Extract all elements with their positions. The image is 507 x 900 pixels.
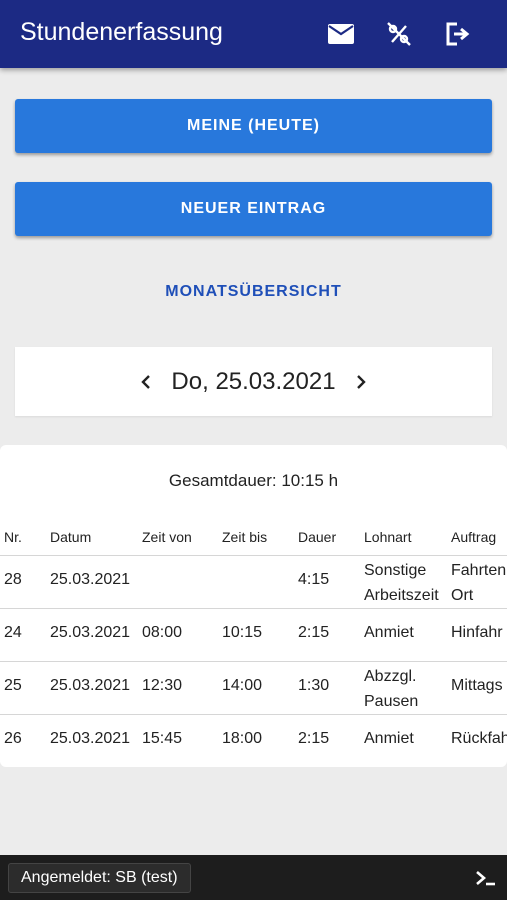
cell-zeit-von: 08:00 [142,624,183,641]
cell-nr: 24 [4,624,22,641]
app-bar: Stundenerfassung [0,0,507,68]
header-dauer: Dauer [298,529,337,545]
chevron-left-icon [141,374,151,389]
cell-lohnart-line2: Arbeitszeit [364,587,439,604]
header-zeit-von: Zeit von [142,529,192,545]
cell-lohnart: Anmiet [364,624,414,641]
cell-nr: 25 [4,677,22,694]
cell-lohnart: Sonstige Arbeitszeit [364,558,439,608]
logout-icon [446,22,470,46]
terminal-button[interactable] [475,867,497,889]
header-datum: Datum [50,529,92,545]
logout-button[interactable] [440,17,474,51]
cell-auftrag: Fahrten Ort [451,558,506,608]
header-lohnart: Lohnart [364,529,412,545]
cell-dauer: 2:15 [298,730,330,747]
percent-off-button[interactable] [382,17,416,51]
cell-zeit-bis: 14:00 [222,677,263,694]
logged-in-status: Angemeldet: SB (test) [8,863,191,893]
table-row[interactable]: 26 25.03.2021 15:45 18:00 2:15 Anmiet Rü… [0,715,507,767]
chevron-right-icon [356,374,366,389]
total-duration: Gesamtdauer: 10:15 h [168,471,339,490]
table-row[interactable]: 25 25.03.2021 12:30 14:00 1:30 Abzzgl. Pa… [0,662,507,715]
cell-auftrag: Mittags [451,677,503,694]
cell-lohnart: Abzzgl. Pausen [364,664,418,714]
my-today-button[interactable]: MEINE (HEUTE) [15,99,492,153]
cell-datum: 25.03.2021 [50,571,131,588]
table-row[interactable]: 28 25.03.2021 4:15 Sonstige Arbeitszeit F… [0,556,507,609]
status-bar: Angemeldet: SB (test) [0,855,507,900]
cell-datum: 25.03.2021 [50,730,131,747]
cell-lohnart-line1: Abzzgl. [364,668,417,685]
next-day-button[interactable] [348,369,374,395]
table-row[interactable]: 24 25.03.2021 08:00 10:15 2:15 Anmiet Hi… [0,609,507,662]
cell-datum: 25.03.2021 [50,624,131,641]
header-auftrag: Auftrag [451,529,497,545]
cell-dauer: 4:15 [298,571,330,588]
cell-nr: 28 [4,571,22,588]
cell-dauer: 1:30 [298,677,330,694]
cell-dauer: 2:15 [298,624,330,641]
cell-zeit-bis: 10:15 [222,624,263,641]
terminal-icon [476,871,495,886]
mail-icon [328,24,354,44]
cell-auftrag: Hinfahr [451,624,503,641]
previous-day-button[interactable] [133,369,159,395]
new-entry-button[interactable]: NEUER EINTRAG [15,182,492,236]
cell-auftrag: Rückfah [451,730,507,747]
entries-table-card: Gesamtdauer: 10:15 h Nr. Datum Zeit von … [0,445,507,767]
cell-nr: 26 [4,730,22,747]
cell-zeit-bis: 18:00 [222,730,263,747]
header-nr: Nr. [4,529,22,545]
cell-lohnart-line2: Pausen [364,693,419,710]
percent-off-icon [387,22,411,46]
month-overview-button[interactable]: MONATSÜBERSICHT [0,280,507,304]
date-navigator: Do, 25.03.2021 [15,347,492,416]
table-header: Nr. Datum Zeit von Zeit bis Dauer Lohnar… [0,525,507,556]
cell-lohnart-line1: Sonstige [364,562,427,579]
cell-zeit-von: 12:30 [142,677,183,694]
header-zeit-bis: Zeit bis [222,529,268,545]
cell-auftrag-line1: Fahrten [451,562,507,579]
cell-zeit-von: 15:45 [142,730,183,747]
app-title: Stundenerfassung [20,18,223,46]
cell-auftrag-line2: Ort [451,587,474,604]
current-date: Do, 25.03.2021 [171,367,336,395]
cell-datum: 25.03.2021 [50,677,131,694]
mail-button[interactable] [324,17,358,51]
cell-lohnart: Anmiet [364,730,414,747]
